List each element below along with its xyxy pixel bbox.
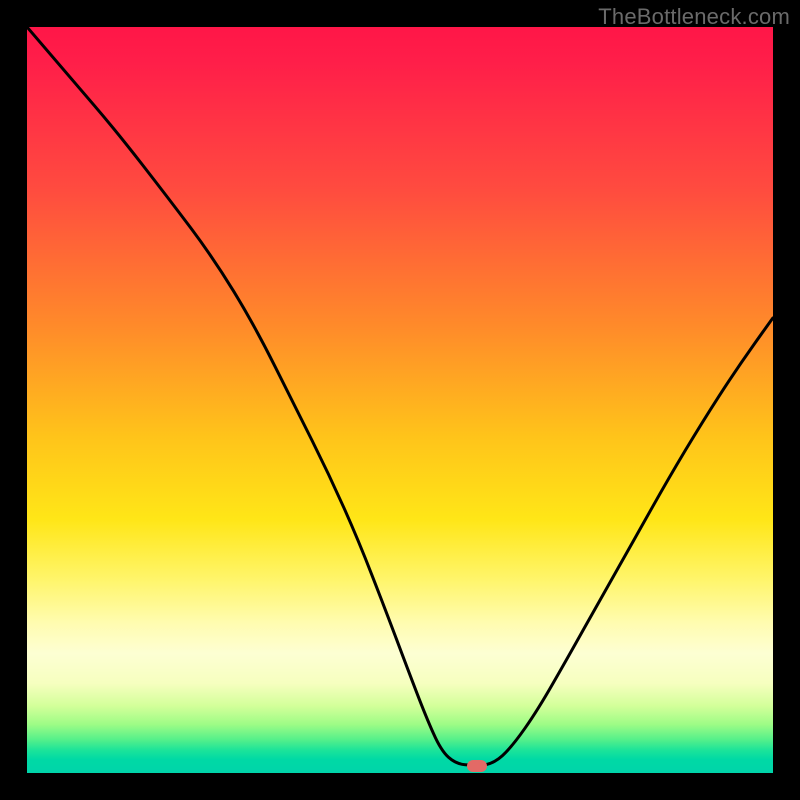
chart-frame: TheBottleneck.com — [0, 0, 800, 800]
plot-area — [27, 27, 773, 773]
watermark-text: TheBottleneck.com — [598, 4, 790, 30]
optimum-marker — [467, 760, 487, 772]
curve-svg — [27, 27, 773, 773]
bottleneck-curve — [27, 27, 773, 765]
